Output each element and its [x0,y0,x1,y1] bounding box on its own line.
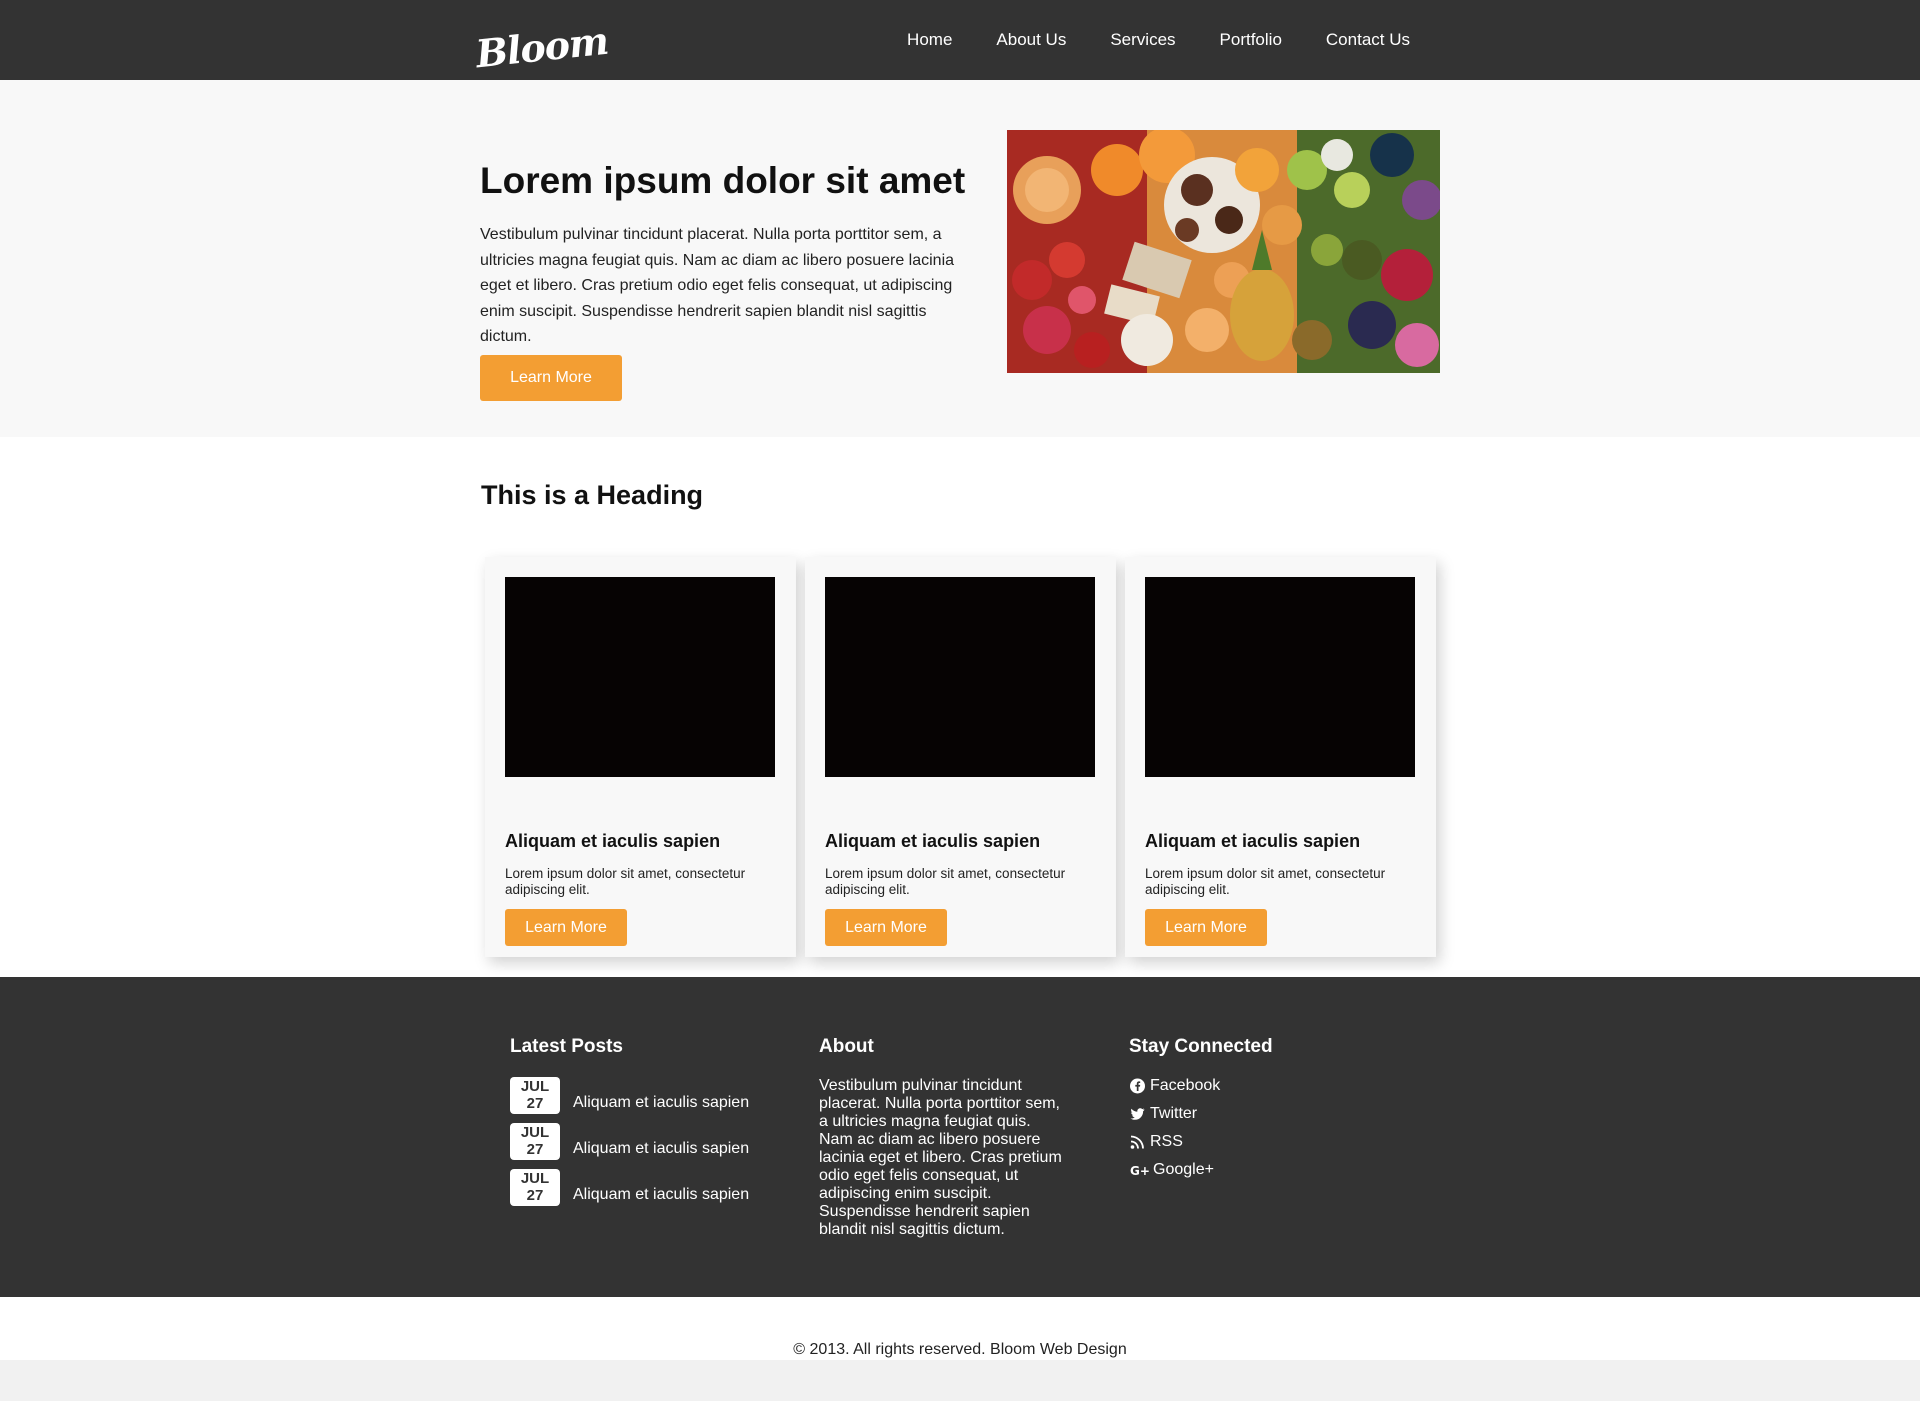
food-collage-illustration [1007,130,1440,373]
facebook-label: Facebook [1150,1077,1221,1094]
rss-icon [1130,1135,1144,1149]
hero-food-image [1007,130,1440,373]
post-title-link[interactable]: Aliquam et iaculis sapien [573,1140,749,1158]
svg-text:G+: G+ [1130,1164,1149,1178]
facebook-link[interactable]: Facebook [1129,1077,1220,1095]
post-day: 27 [526,1141,544,1158]
card-learn-more-button[interactable]: Learn More [505,909,627,946]
post-month: JUL [520,1170,550,1187]
card-image [1145,577,1415,777]
nav-home-link[interactable]: Home [907,30,952,50]
post-date-badge: JUL 27 [510,1077,560,1114]
bloom-logo[interactable]: Bloom [474,18,610,84]
card-image [505,577,775,777]
nav-portfolio-link[interactable]: Portfolio [1220,30,1282,50]
about-heading: About [819,1036,874,1057]
latest-posts-heading: Latest Posts [510,1036,623,1057]
post-title-link[interactable]: Aliquam et iaculis sapien [573,1094,749,1112]
post-month: JUL [520,1078,550,1095]
hero-title: Lorem ipsum dolor sit amet [480,160,966,201]
site-footer: Latest Posts JUL 27 Aliquam et iaculis s… [0,977,1920,1297]
twitter-link[interactable]: Twitter [1129,1105,1197,1123]
top-navigation-bar: Bloom Home About Us Services Portfolio C… [0,0,1920,80]
facebook-icon [1130,1078,1145,1094]
hero-learn-more-button[interactable]: Learn More [480,355,622,401]
hero-text: Vestibulum pulvinar tincidunt placerat. … [480,226,955,345]
card-learn-more-button[interactable]: Learn More [1145,909,1267,946]
post-title-link[interactable]: Aliquam et iaculis sapien [573,1186,749,1204]
post-day: 27 [526,1095,544,1112]
post-date-badge: JUL 27 [510,1123,560,1160]
post-date-badge: JUL 27 [510,1169,560,1206]
hero-section: Lorem ipsum dolor sit amet Vestibulum pu… [0,80,1920,437]
about-text: Vestibulum pulvinar tincidunt placerat. … [819,1077,1062,1238]
nav-services-link[interactable]: Services [1110,30,1175,50]
card-image [825,577,1095,777]
post-day: 27 [526,1187,544,1204]
copyright-bar: © 2013. All rights reserved. Bloom Web D… [0,1297,1920,1360]
card-title: Aliquam et iaculis sapien [825,831,1041,851]
google-plus-label: Google+ [1153,1161,1214,1178]
nav-contact-us-link[interactable]: Contact Us [1326,30,1410,50]
google-plus-icon: G+ [1130,1164,1149,1178]
card-title: Aliquam et iaculis sapien [1145,831,1361,851]
section-heading: This is a Heading [481,480,704,510]
feature-card: Aliquam et iaculis sapien Lorem ipsum do… [1125,557,1436,957]
feature-card: Aliquam et iaculis sapien Lorem ipsum do… [805,557,1116,957]
card-text: Lorem ipsum dolor sit amet, consectetur … [825,866,1066,897]
copyright-text: © 2013. All rights reserved. Bloom Web D… [793,1341,1127,1358]
post-month: JUL [520,1124,550,1141]
twitter-icon [1130,1108,1145,1120]
nav-about-us-link[interactable]: About Us [996,30,1066,50]
feature-card: Aliquam et iaculis sapien Lorem ipsum do… [485,557,796,957]
rss-link[interactable]: RSS [1129,1133,1183,1151]
card-text: Lorem ipsum dolor sit amet, consectetur … [505,866,746,897]
rss-label: RSS [1150,1133,1183,1150]
google-plus-link[interactable]: G+ Google+ [1129,1161,1214,1179]
card-learn-more-button[interactable]: Learn More [825,909,947,946]
card-text: Lorem ipsum dolor sit amet, consectetur … [1145,866,1386,897]
twitter-label: Twitter [1150,1105,1198,1122]
card-title: Aliquam et iaculis sapien [505,831,721,851]
features-section: This is a Heading Aliquam et iaculis sap… [0,437,1920,977]
stay-connected-heading: Stay Connected [1129,1036,1273,1057]
main-menu: Home About Us Services Portfolio Contact… [863,0,1410,80]
